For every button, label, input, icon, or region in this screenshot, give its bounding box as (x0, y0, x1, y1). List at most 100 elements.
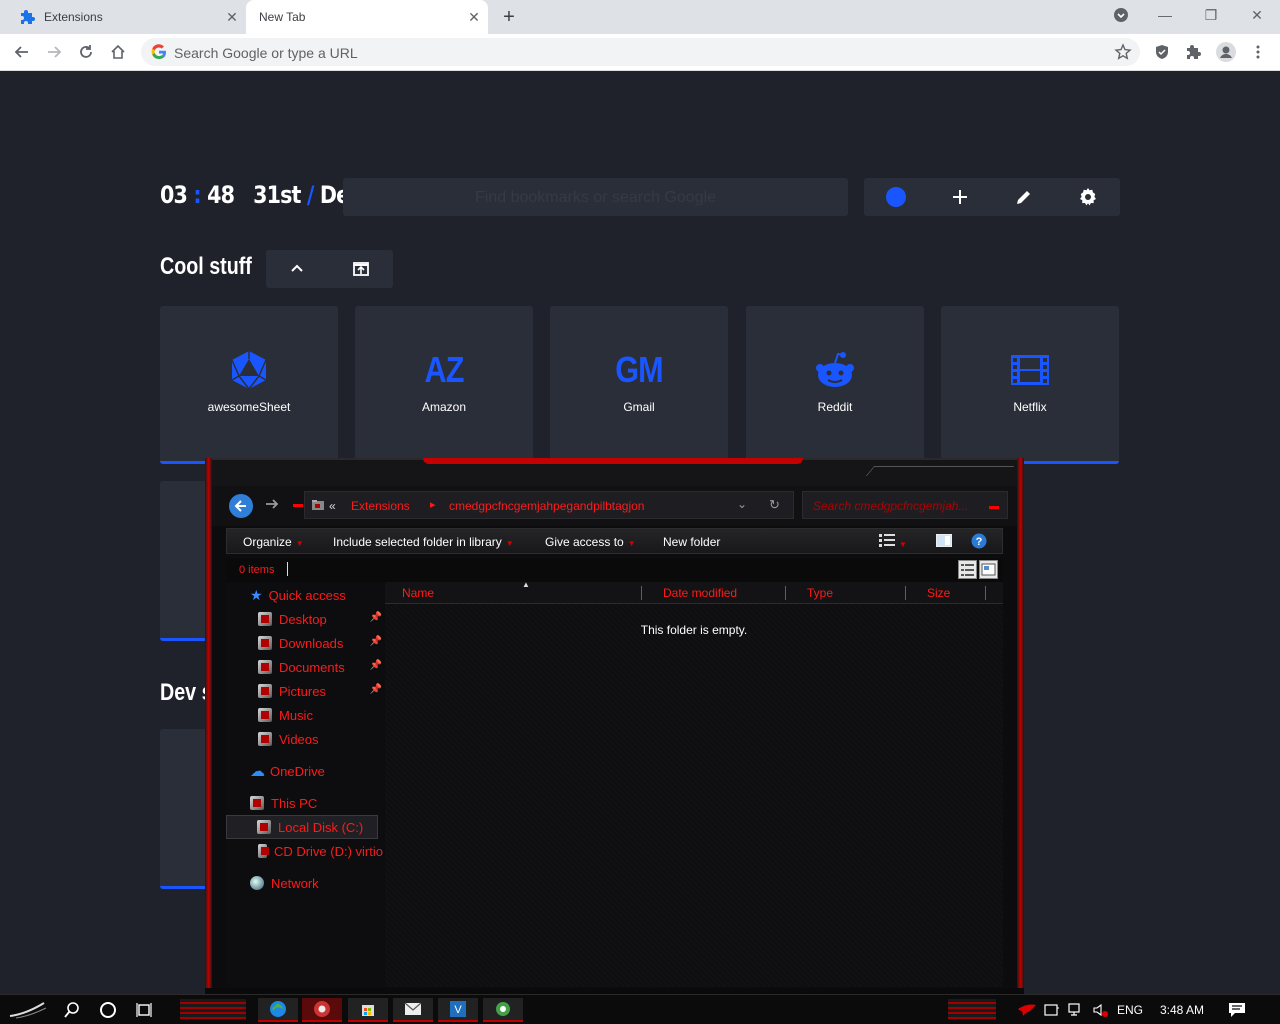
collapse-button[interactable] (286, 258, 308, 280)
new-tab-button[interactable]: + (498, 6, 520, 28)
recent-locations-icon[interactable]: ▬ (293, 499, 303, 510)
pin-icon[interactable]: 📌 (370, 684, 382, 695)
help-button[interactable]: ? (971, 533, 987, 552)
clock-separator: : (193, 181, 201, 209)
nav-this-pc[interactable]: This PC (250, 793, 317, 813)
pin-icon[interactable]: 📌 (370, 612, 382, 623)
column-separator[interactable] (985, 586, 986, 600)
nav-downloads[interactable]: Downloads 📌 (258, 633, 382, 653)
breadcrumb-separator-icon[interactable]: ▸ (430, 498, 436, 511)
column-name[interactable]: Name (402, 586, 434, 600)
taskbar-mail[interactable] (393, 998, 433, 1022)
profile-button[interactable] (1214, 40, 1238, 64)
search-placeholder: Search cmedgpcfncgemjah... (813, 499, 969, 513)
tab-search-button[interactable] (1098, 0, 1144, 30)
nav-onedrive[interactable]: ☁ OneDrive (250, 761, 325, 781)
notification-icon (1229, 1003, 1245, 1017)
chevron-down-icon[interactable]: ⌄ (737, 497, 747, 511)
task-view-button[interactable] (132, 999, 156, 1021)
home-button[interactable] (106, 40, 130, 64)
breadcrumb-item[interactable]: cmedgpcfncgemjahpegandpilbtagjon (449, 499, 644, 513)
nav-documents[interactable]: Documents 📌 (258, 657, 382, 677)
forward-button[interactable] (42, 40, 66, 64)
taskbar-chrome[interactable] (302, 998, 342, 1022)
breadcrumb-overflow[interactable]: « (329, 499, 336, 513)
cortana-button[interactable] (96, 999, 120, 1021)
column-separator[interactable] (785, 586, 786, 600)
column-separator[interactable] (641, 586, 642, 600)
close-icon[interactable]: ✕ (224, 9, 240, 25)
search-button[interactable] (60, 999, 84, 1021)
new-folder-button[interactable]: New folder (663, 535, 720, 549)
column-date-modified[interactable]: Date modified (663, 586, 737, 600)
file-list[interactable]: Name ▲ Date modified Type Size This fold… (385, 580, 1003, 987)
clock-button[interactable]: 3:48 AM (1154, 999, 1210, 1021)
tray-rog-icon[interactable] (1016, 999, 1038, 1021)
close-icon[interactable]: ✕ (466, 9, 482, 25)
nav-quick-access[interactable]: ★ Quick access (250, 585, 346, 605)
close-window-button[interactable]: ✕ (1234, 0, 1280, 30)
nav-network[interactable]: Network (250, 873, 319, 893)
details-view-button[interactable] (958, 560, 977, 579)
tray-network-icon[interactable] (1066, 999, 1086, 1021)
extension-shield-button[interactable] (1150, 40, 1174, 64)
tab-new-tab[interactable]: New Tab ✕ (246, 0, 488, 34)
refresh-icon[interactable]: ↻ (769, 497, 780, 513)
tile-reddit[interactable]: Reddit (746, 306, 924, 464)
add-button[interactable] (948, 185, 972, 209)
back-button[interactable] (229, 494, 253, 518)
nav-pictures[interactable]: Pictures 📌 (258, 681, 382, 701)
organize-menu[interactable]: Organize ▼ (243, 535, 304, 549)
preview-pane-button[interactable] (936, 534, 952, 550)
tile-amazon[interactable]: AZ Amazon (355, 306, 533, 464)
tile-gmail[interactable]: GM Gmail (550, 306, 728, 464)
restore-button[interactable]: ❐ (1188, 0, 1234, 30)
nav-cd-drive[interactable]: CD Drive (D:) virtio (258, 841, 383, 861)
action-center-button[interactable] (1226, 999, 1248, 1021)
edit-button[interactable] (1012, 185, 1036, 209)
view-options-button[interactable]: ▼ (879, 533, 907, 550)
reload-button[interactable] (74, 40, 98, 64)
taskbar-vs-app[interactable]: V (438, 998, 478, 1022)
column-separator[interactable] (905, 586, 906, 600)
nav-local-disk[interactable]: Local Disk (C:) (226, 815, 378, 839)
taskbar-app[interactable] (483, 998, 523, 1022)
star-icon[interactable] (1114, 43, 1132, 61)
back-button[interactable] (10, 40, 34, 64)
explorer-title-bar[interactable] (205, 458, 1024, 486)
address-breadcrumb[interactable]: « Extensions ▸ cmedgpcfncgemjahpegandpil… (304, 491, 794, 519)
minimize-button[interactable]: — (1142, 0, 1188, 30)
open-all-button[interactable] (350, 258, 372, 280)
pin-icon[interactable]: 📌 (370, 636, 382, 647)
large-icons-view-button[interactable] (979, 560, 998, 579)
tile-hidden[interactable] (160, 481, 208, 641)
column-size[interactable]: Size (927, 586, 950, 600)
language-indicator[interactable]: ENG (1114, 999, 1146, 1021)
taskbar-store[interactable] (348, 998, 388, 1022)
tile-awesomesheet[interactable]: awesomeSheet (160, 306, 338, 464)
column-type[interactable]: Type (807, 586, 833, 600)
include-in-library-menu[interactable]: Include selected folder in library ▼ (333, 535, 514, 549)
start-button[interactable] (8, 999, 48, 1021)
pin-icon[interactable]: 📌 (370, 660, 382, 671)
chevron-down-icon: ▼ (505, 539, 514, 548)
nav-videos[interactable]: Videos (258, 729, 319, 749)
explorer-search-input[interactable]: Search cmedgpcfncgemjah... (802, 491, 1008, 519)
tray-volume-icon[interactable] (1090, 999, 1110, 1021)
breadcrumb-item[interactable]: Extensions (351, 499, 410, 513)
give-access-menu[interactable]: Give access to ▼ (545, 535, 636, 549)
nav-music[interactable]: Music (258, 705, 313, 725)
settings-button[interactable] (1076, 185, 1100, 209)
tile-hidden[interactable] (160, 729, 208, 889)
tile-netflix[interactable]: Netflix (941, 306, 1119, 464)
bookmark-search-input[interactable]: Find bookmarks or search Google (343, 178, 848, 216)
forward-button[interactable] (264, 496, 284, 516)
taskbar-edge[interactable] (258, 998, 298, 1022)
nav-desktop[interactable]: Desktop 📌 (258, 609, 382, 629)
tab-extensions[interactable]: Extensions ✕ (0, 0, 246, 34)
tray-network-adapter-icon[interactable] (1042, 999, 1062, 1021)
menu-button[interactable] (1246, 40, 1270, 64)
accent-color-button[interactable] (884, 185, 908, 209)
address-bar[interactable]: Search Google or type a URL (141, 38, 1140, 66)
extensions-button[interactable] (1182, 40, 1206, 64)
